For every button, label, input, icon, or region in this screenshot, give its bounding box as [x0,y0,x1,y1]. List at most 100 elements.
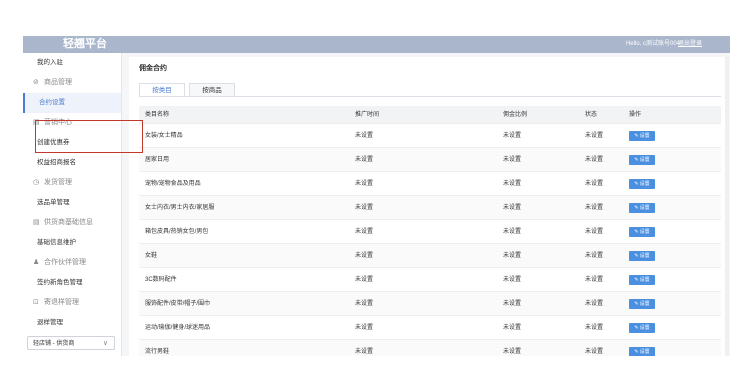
sidebar-item[interactable]: 权益招商报名 [23,153,121,173]
sidebar-item-label: 发货管理 [44,179,72,186]
set-button[interactable]: ✎设置 [629,203,655,213]
cell-promo-time: 未设置 [355,325,374,331]
cell-category: 运动/瑜伽/健身/球迷用品 [145,325,211,331]
cell-commission: 未设置 [503,157,522,163]
set-button[interactable]: ✎设置 [629,131,655,141]
set-button-label: 设置 [639,157,650,163]
edit-icon: ✎ [634,181,639,187]
cell-promo-time: 未设置 [355,205,374,211]
chevron-down-icon: ∨ [102,340,108,347]
set-button-label: 设置 [639,133,650,139]
sidebar-item-label: 合约设置 [39,99,65,106]
table-row: 女鞋 未设置 未设置 未设置 ✎设置 [139,244,721,268]
sidebar-item[interactable]: 我的入驻 [23,53,121,73]
cell-commission: 未设置 [503,181,522,187]
sidebar-item-label: 签约新角色管理 [37,279,83,286]
sidebar-item[interactable]: 基础信息维护 [23,233,121,253]
sidebar: 轻店铺 - 供货商 ∨ 我的入驻 ⊘ 商品管理 合约设置 ▤ 营销中心 创建优惠券 权益招商报… [23,53,122,356]
sidebar-item-label: 权益招商报名 [37,159,76,166]
cell-promo-time: 未设置 [355,253,374,259]
cell-commission: 未设置 [503,205,522,211]
cell-category: 女装/女士精品 [145,133,183,139]
set-button[interactable]: ✎设置 [629,275,655,285]
sidebar-item-label: 退样管理 [37,319,63,326]
app-logo: 轻翘平台 [63,38,107,50]
tag-icon: ⊘ [33,79,39,86]
column-header-promo-time: 推广时间 [355,112,380,118]
tab-by-category[interactable]: 按类目 [139,83,185,97]
column-header-status: 状态 [585,112,598,118]
sidebar-item-label: 基础信息维护 [37,239,76,246]
cell-status: 未设置 [585,301,604,307]
scrollbar[interactable] [725,57,729,356]
table-row: 3C数码配件 未设置 未设置 未设置 ✎设置 [139,268,721,292]
table-row: 女士内衣/男士内衣/家居服 未设置 未设置 未设置 ✎设置 [139,196,721,220]
edit-icon: ✎ [634,277,639,283]
edit-icon: ✎ [634,157,639,163]
cell-promo-time: 未设置 [355,181,374,187]
cell-status: 未设置 [585,349,604,355]
cell-promo-time: 未设置 [355,349,374,355]
edit-icon: ✎ [634,229,639,235]
highlight-box [35,120,143,153]
main-content: 佣金合约 按类目 按商品 类目名称 推广时间 佣金比例 状态 操作 女装/女士精… [129,57,729,356]
cell-status: 未设置 [585,181,604,187]
cell-commission: 未设置 [503,325,522,331]
cell-promo-time: 未设置 [355,133,374,139]
sidebar-item-label: 合作伙伴管理 [44,259,86,266]
column-header-commission: 佣金比例 [503,112,528,118]
sidebar-item[interactable]: ⊡ 寄退样管理 [23,293,121,313]
set-button-label: 设置 [639,325,650,331]
sidebar-item[interactable]: 合约设置 [23,93,121,113]
cell-status: 未设置 [585,253,604,259]
table-row: 宠物/宠物食品及用品 未设置 未设置 未设置 ✎设置 [139,172,721,196]
set-button-label: 设置 [639,181,650,187]
tab-divider [139,96,721,97]
set-button-label: 设置 [639,349,650,355]
cart-icon: ⊡ [33,299,39,306]
table-row: 运动/瑜伽/健身/球迷用品 未设置 未设置 未设置 ✎设置 [139,316,721,340]
set-button-label: 设置 [639,301,650,307]
cell-status: 未设置 [585,229,604,235]
table-row: 箱包皮具/热销女包/男包 未设置 未设置 未设置 ✎设置 [139,220,721,244]
table-header: 类目名称 推广时间 佣金比例 状态 操作 [139,106,721,124]
cell-status: 未设置 [585,205,604,211]
cell-category: 箱包皮具/热销女包/男包 [145,229,209,235]
sidebar-item[interactable]: ⊘ 商品管理 [23,73,121,93]
app-window: 轻翘平台 Hello, c测试账号004 退出登录 轻店铺 - 供货商 ∨ 我的… [23,36,730,356]
store-icon: ▤ [33,219,40,226]
set-button[interactable]: ✎设置 [629,323,655,333]
cell-commission: 未设置 [503,277,522,283]
sidebar-item[interactable]: 签约新角色管理 [23,273,121,293]
cell-promo-time: 未设置 [355,301,374,307]
set-button[interactable]: ✎设置 [629,251,655,261]
tab-by-product[interactable]: 按商品 [189,83,235,97]
cell-category: 宠物/宠物食品及用品 [145,181,201,187]
cell-category: 居家日用 [145,157,170,163]
set-button[interactable]: ✎设置 [629,227,655,237]
sidebar-item[interactable]: ♟ 合作伙伴管理 [23,253,121,273]
cell-status: 未设置 [585,325,604,331]
edit-icon: ✎ [634,133,639,139]
set-button[interactable]: ✎设置 [629,299,655,309]
set-button[interactable]: ✎设置 [629,347,655,356]
cell-commission: 未设置 [503,349,522,355]
logout-link[interactable]: 退出登录 [678,36,702,53]
table-row: 流行男鞋 未设置 未设置 未设置 ✎设置 [139,340,721,356]
edit-icon: ✎ [634,205,639,211]
table-row: 服饰配件/皮带/帽子/围巾 未设置 未设置 未设置 ✎设置 [139,292,721,316]
edit-icon: ✎ [634,325,639,331]
sidebar-item[interactable]: 退样管理 [23,313,121,333]
cell-promo-time: 未设置 [355,157,374,163]
sidebar-item[interactable]: ◷ 发货管理 [23,173,121,193]
store-select-value: 轻店铺 - 供货商 [33,341,75,347]
set-button-label: 设置 [639,277,650,283]
sidebar-item-label: 供货商基础信息 [44,219,93,226]
cell-commission: 未设置 [503,253,522,259]
set-button[interactable]: ✎设置 [629,155,655,165]
sidebar-item[interactable]: 选品单管理 [23,193,121,213]
sidebar-item[interactable]: ▤ 供货商基础信息 [23,213,121,233]
store-select[interactable]: 轻店铺 - 供货商 ∨ [27,336,115,350]
cell-promo-time: 未设置 [355,229,374,235]
set-button[interactable]: ✎设置 [629,179,655,189]
